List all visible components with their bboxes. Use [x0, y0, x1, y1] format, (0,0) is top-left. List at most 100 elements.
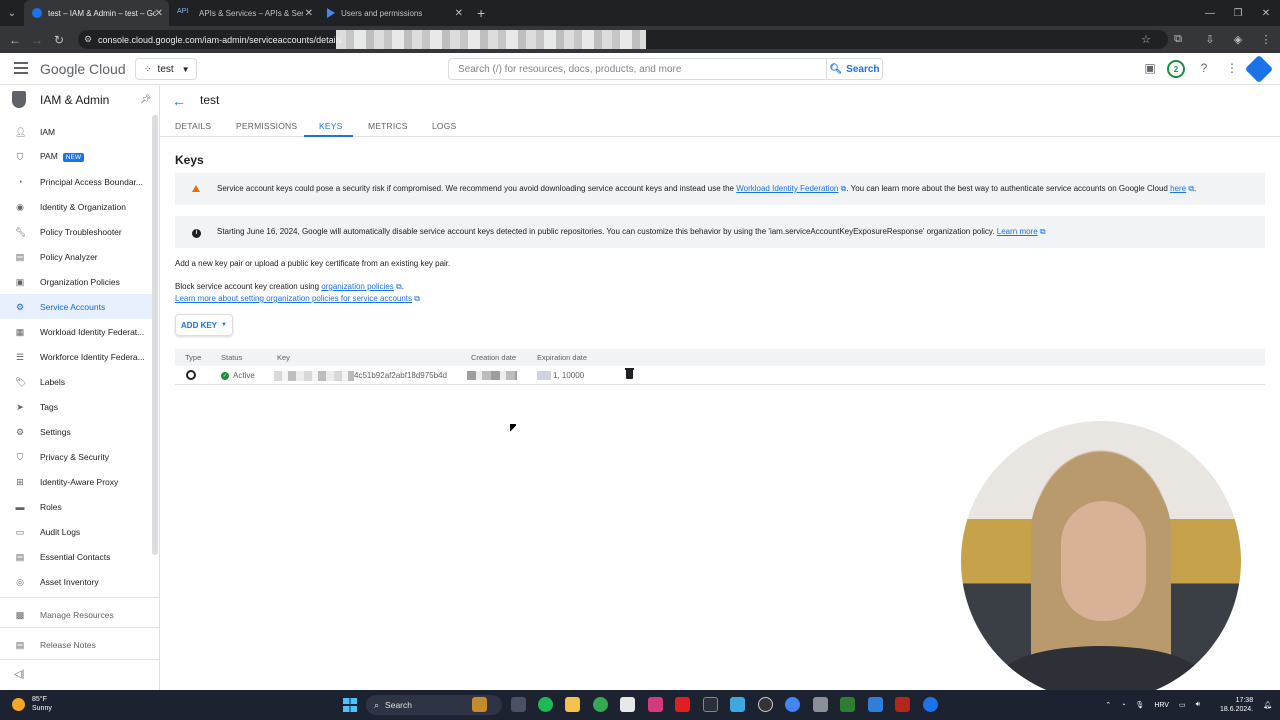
page-title: test — [200, 93, 220, 107]
close-tab-icon[interactable]: ✕ — [155, 8, 163, 19]
app-icon[interactable] — [840, 697, 855, 712]
volume-icon[interactable]: 🔊︎ — [1196, 701, 1200, 709]
avatar[interactable] — [1244, 54, 1274, 84]
notifications-icon[interactable]: 🔔︎ — [1263, 701, 1272, 709]
here-link[interactable]: here — [1170, 184, 1186, 193]
close-window-icon[interactable]: ✕ — [1252, 0, 1280, 26]
language-indicator[interactable]: HRV — [1154, 702, 1169, 709]
project-selector[interactable]: ⁘ test ▼ — [135, 58, 197, 80]
sidebar-item-principal-access-boundary[interactable]: ◔ Principal Access Boundar... — [0, 169, 152, 194]
sidebar-item-labels[interactable]: 🏷︎ Labels — [0, 369, 152, 394]
sidebar-item-privacy-security[interactable]: ⛉ Privacy & Security — [0, 444, 152, 469]
notes-app-icon[interactable] — [730, 697, 745, 712]
windows-start-icon[interactable] — [343, 698, 357, 712]
browser-tab-users[interactable]: Users and permissions ✕ — [319, 0, 469, 26]
site-info-icon[interactable]: ⚙ — [84, 34, 94, 44]
sidebar-item-label: Manage Resources — [40, 609, 114, 620]
chrome-active-icon[interactable] — [923, 697, 938, 712]
sidebar-item-roles[interactable]: ▬ Roles — [0, 494, 152, 519]
sidebar-item-iam[interactable]: 👤︎ IAM — [0, 119, 152, 144]
sidebar-item-organization-policies[interactable]: ▣ Organization Policies — [0, 269, 152, 294]
collapse-sidebar-icon[interactable]: ◁| — [14, 669, 24, 680]
tab-permissions[interactable]: PERMISSIONS — [236, 121, 297, 131]
store-icon[interactable] — [620, 697, 635, 712]
learn-org-policies-link[interactable]: Learn more about setting organization po… — [175, 294, 412, 303]
file-explorer-icon[interactable] — [565, 697, 580, 712]
sidebar-item-workforce-identity-federation[interactable]: ☰ Workforce Identity Federa... — [0, 344, 152, 369]
log-icon: ▭ — [15, 526, 25, 537]
search-input[interactable]: Search (/) for resources, docs, products… — [448, 58, 826, 80]
delete-key-icon[interactable] — [625, 368, 634, 379]
close-tab-icon[interactable]: ✕ — [455, 8, 463, 19]
network-icon[interactable]: ▭ — [1179, 701, 1186, 709]
maximize-icon[interactable]: ❐ — [1224, 0, 1252, 26]
github-icon[interactable] — [758, 697, 773, 712]
sidebar-item-tags[interactable]: ➤ Tags — [0, 394, 152, 419]
sidebar-item-policy-analyzer[interactable]: ▤ Policy Analyzer — [0, 244, 152, 269]
bookmark-star-icon[interactable]: ☆ — [1130, 33, 1162, 46]
tab-keys[interactable]: KEYS — [319, 121, 342, 131]
workload-identity-federation-link[interactable]: Workload Identity Federation — [736, 184, 838, 193]
back-icon[interactable]: ← — [4, 33, 26, 47]
pin-icon[interactable]: 📌︎ — [140, 94, 151, 105]
sidebar-item-policy-troubleshooter[interactable]: 🔧︎ Policy Troubleshooter — [0, 219, 152, 244]
search-button[interactable]: 🔍︎ Search — [826, 58, 883, 80]
app-icon[interactable] — [868, 697, 883, 712]
browser-menu-icon[interactable]: ⋮ — [1250, 33, 1280, 46]
sidebar-item-identity-organization[interactable]: ◉ Identity & Organization — [0, 194, 152, 219]
notifications-badge[interactable]: 2 — [1167, 60, 1185, 78]
tray-app-icon[interactable]: ◔ — [1121, 702, 1125, 709]
forward-icon[interactable]: → — [26, 33, 48, 47]
task-view-icon[interactable] — [511, 697, 526, 712]
youtube-icon[interactable] — [675, 697, 690, 712]
sidebar-item-label: Workforce Identity Federa... — [40, 351, 145, 362]
sidebar-item-workload-identity-federation[interactable]: ▦ Workload Identity Federat... — [0, 319, 152, 344]
organization-policies-link[interactable]: organization policies — [321, 282, 394, 291]
settings-app-icon[interactable] — [813, 697, 828, 712]
main-menu-icon[interactable] — [14, 62, 28, 74]
learn-more-link[interactable]: Learn more — [997, 227, 1038, 236]
extensions-icon[interactable]: ⧉ — [1162, 33, 1194, 46]
clock[interactable]: 17:38 18.6.2024. — [1210, 696, 1253, 714]
chrome-icon[interactable] — [593, 697, 608, 712]
tab-metrics[interactable]: METRICS — [368, 121, 408, 131]
reload-icon[interactable]: ↻ — [48, 33, 70, 47]
browser-tab-apis[interactable]: API APIs & Services – APIs & Servic ✕ — [169, 0, 319, 26]
sidebar-item-release-notes[interactable]: ▤ Release Notes — [0, 632, 152, 657]
app-icon[interactable] — [895, 697, 910, 712]
cloud-shell-icon[interactable]: ▣ — [1142, 61, 1158, 77]
chrome-profile-icon[interactable] — [785, 697, 800, 712]
taskbar-widget-icon[interactable] — [472, 697, 487, 712]
terminal-icon[interactable] — [703, 697, 718, 712]
microphone-icon[interactable]: 🎙︎ — [1135, 701, 1144, 709]
minimize-icon[interactable]: — — [1196, 0, 1224, 26]
add-key-button[interactable]: ADD KEY ▼ — [175, 314, 233, 336]
weather-widget[interactable]: 85°F Sunny — [12, 695, 52, 713]
new-tab-icon[interactable]: + — [477, 5, 485, 21]
sidebar-item-asset-inventory[interactable]: ◎ Asset Inventory — [0, 569, 152, 594]
spotify-icon[interactable] — [538, 697, 553, 712]
grid-icon: ▦ — [15, 326, 25, 337]
settings-menu-icon[interactable]: ⋮ — [1224, 61, 1240, 77]
sidebar-item-label: Asset Inventory — [40, 576, 99, 587]
help-icon[interactable]: ? — [1196, 61, 1212, 77]
back-arrow-icon[interactable]: ← — [172, 93, 186, 109]
sidebar-item-manage-resources[interactable]: ▩ Manage Resources — [0, 602, 152, 627]
sidebar-item-service-accounts[interactable]: ⚙ Service Accounts — [0, 294, 152, 319]
sidebar-item-identity-aware-proxy[interactable]: ⊞ Identity-Aware Proxy — [0, 469, 152, 494]
sidebar-item-pam[interactable]: ⛉ PAM NEW — [0, 144, 152, 169]
tab-logs[interactable]: LOGS — [432, 121, 456, 131]
google-cloud-logo[interactable]: Google Cloud — [40, 61, 126, 77]
tab-search-icon[interactable]: ⌄ — [0, 0, 24, 26]
browser-tab-iam[interactable]: test – IAM & Admin – test – Go ✕ — [24, 0, 169, 26]
sidebar-item-settings[interactable]: ⚙ Settings — [0, 419, 152, 444]
sidebar-item-audit-logs[interactable]: ▭ Audit Logs — [0, 519, 152, 544]
close-tab-icon[interactable]: ✕ — [305, 8, 313, 19]
app-icon[interactable] — [648, 697, 663, 712]
sidebar-item-essential-contacts[interactable]: ▤ Essential Contacts — [0, 544, 152, 569]
address-bar[interactable]: ⚙ console.cloud.google.com/iam-admin/ser… — [78, 30, 1168, 49]
tab-details[interactable]: DETAILS — [175, 121, 211, 131]
sidebar-scrollbar[interactable] — [152, 115, 158, 555]
tray-chevron-icon[interactable]: ⌃ — [1105, 701, 1111, 709]
add-key-pair-text: Add a new key pair or upload a public ke… — [175, 259, 451, 268]
